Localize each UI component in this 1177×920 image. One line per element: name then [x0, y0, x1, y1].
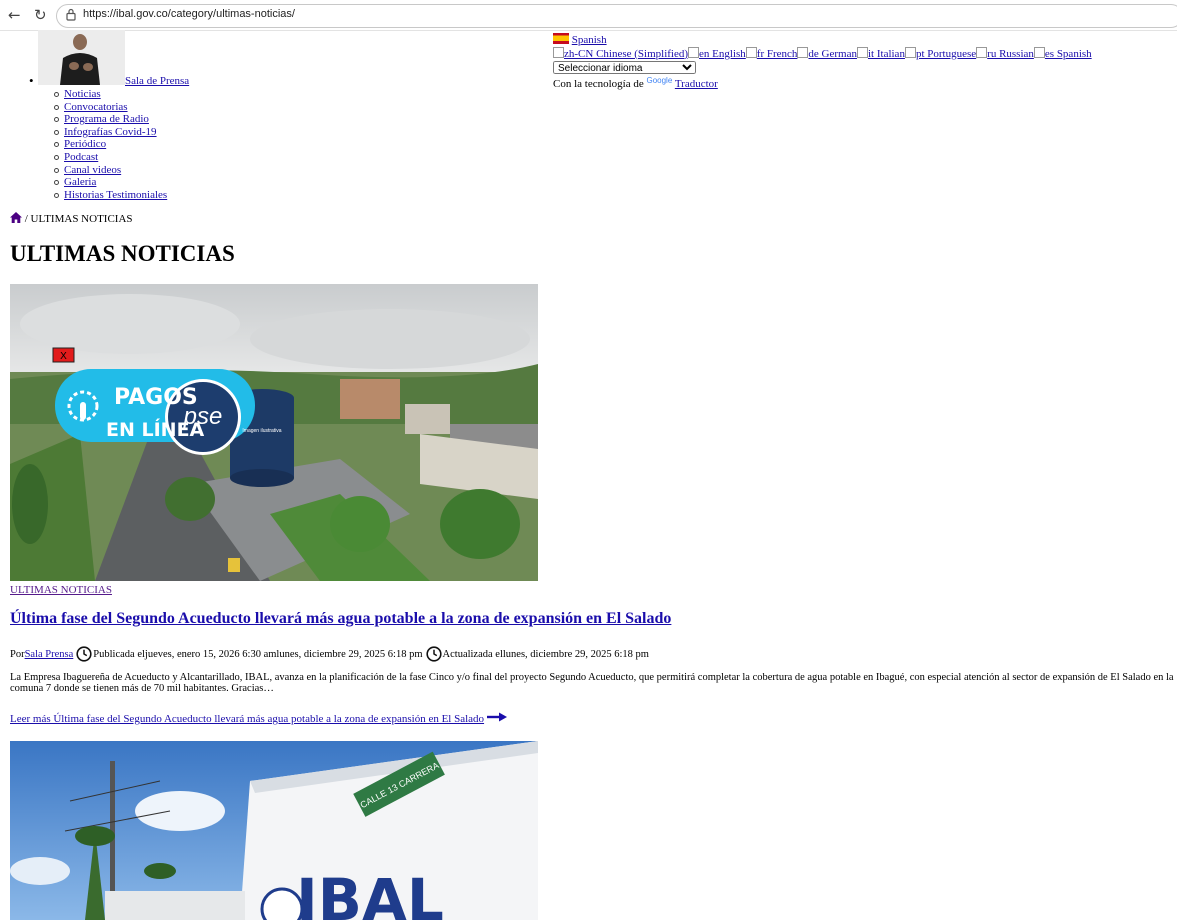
menu-sala-de-prensa[interactable]: Sala de Prensa [125, 75, 189, 87]
article-excerpt: La Empresa Ibaguereña de Acueducto y Alc… [10, 672, 1174, 694]
broken-image-icon [976, 46, 988, 58]
lang-link-en[interactable]: en English [699, 48, 746, 60]
arrow-right-icon[interactable] [486, 712, 507, 722]
browser-toolbar: ← ↻ https://ibal.gov.co/category/ultimas… [0, 0, 1177, 31]
author-link[interactable]: Sala Prensa [25, 649, 74, 660]
submenu-link-historias[interactable]: Historias Testimoniales [64, 189, 167, 201]
home-icon[interactable] [10, 212, 22, 223]
clock-icon [425, 646, 442, 662]
google-logo: Google [646, 75, 673, 85]
lang-link-es[interactable]: es Spanish [1045, 48, 1092, 60]
url-text[interactable]: https://ibal.gov.co/category/ultimas-not… [83, 8, 295, 20]
submenu-item: Convocatorias [51, 101, 167, 114]
article-headline-link[interactable]: Última fase del Segundo Acueducto llevar… [10, 610, 671, 628]
submenu-item: Periódico [51, 138, 167, 151]
reload-icon[interactable]: ↻ [34, 6, 47, 24]
lang-link-fr[interactable]: fr French [757, 48, 798, 60]
broken-image-icon [553, 46, 564, 58]
lock-icon [66, 8, 76, 21]
broken-image-icon [797, 46, 809, 58]
submenu: Noticias Convocatorias Programa de Radio… [51, 88, 167, 201]
author-prefix: Por [10, 648, 25, 660]
submenu-link-podcast[interactable]: Podcast [64, 151, 98, 163]
lang-link-it[interactable]: it Italian [868, 48, 905, 60]
banner-line-1: PAGOS [114, 385, 198, 410]
broken-image-icon [745, 46, 757, 58]
article-meta: Por Sala Prensa Publicada eljueves, enero… [10, 646, 649, 662]
article-image[interactable]: CALLE 13 CARRERA IBAL [10, 741, 538, 920]
broken-image-icon [1033, 46, 1045, 58]
submenu-item: Programa de Radio [51, 113, 167, 126]
broken-image-icon [904, 46, 916, 58]
spain-flag-icon [553, 33, 569, 44]
translate-link[interactable]: Traductor [675, 78, 718, 90]
article-image[interactable]: X pse PAGOS EN LÍNEA Imagen ilustrativa [10, 284, 538, 581]
close-label: X [60, 351, 67, 362]
language-select[interactable]: Seleccionar idioma [553, 61, 696, 75]
current-language-link[interactable]: Spanish [572, 34, 607, 46]
published-date: Publicada eljueves, enero 15, 2026 6:30 … [93, 648, 423, 660]
submenu-item: Canal videos [51, 164, 167, 177]
read-more: Leer más Última fase del Segundo Acueduc… [10, 712, 507, 725]
translator-widget: Spanish zh-CN Chinese (Simplified) en Eng… [553, 33, 1092, 90]
submenu-link-noticias[interactable]: Noticias [64, 88, 101, 100]
submenu-link-infografias[interactable]: Infografías Covid-19 [64, 126, 157, 138]
submenu-link-galeria[interactable]: Galeria [64, 176, 96, 188]
breadcrumb: / ULTIMAS NOTICIAS [10, 212, 133, 225]
ibal-logo-text: IBAL [296, 866, 444, 920]
submenu-item: Galeria [51, 176, 167, 189]
category-link[interactable]: ULTIMAS NOTICIAS [10, 584, 112, 596]
page-title: ULTIMAS NOTICIAS [10, 241, 235, 266]
submenu-link-canal-videos[interactable]: Canal videos [64, 164, 121, 176]
image-note: Imagen ilustrativa [242, 428, 281, 434]
lang-link-ru[interactable]: ru Russian [987, 48, 1034, 60]
updated-date: Actualizada ellunes, diciembre 29, 2025 … [442, 648, 649, 660]
read-more-link[interactable]: Leer más Última fase del Segundo Acueduc… [10, 713, 484, 725]
submenu-item: Historias Testimoniales [51, 189, 167, 202]
submenu-item: Noticias [51, 88, 167, 101]
clock-icon [76, 646, 92, 662]
language-links: zh-CN Chinese (Simplified) en English fr F… [553, 46, 1092, 61]
menu-bullet: • [29, 73, 34, 88]
address-bar[interactable]: https://ibal.gov.co/category/ultimas-not… [56, 4, 1177, 28]
interpreter-avatar[interactable] [38, 30, 125, 85]
submenu-item: Podcast [51, 151, 167, 164]
submenu-link-radio[interactable]: Programa de Radio [64, 113, 149, 125]
back-icon[interactable]: ← [8, 6, 21, 24]
broken-image-icon [688, 46, 700, 58]
lang-link-pt[interactable]: pt Portuguese [916, 48, 976, 60]
breadcrumb-current: / ULTIMAS NOTICIAS [24, 213, 133, 225]
lang-link-de[interactable]: de German [808, 48, 857, 60]
broken-image-icon [856, 46, 868, 58]
banner-line-2: EN LÍNEA [106, 418, 205, 441]
submenu-link-convocatorias[interactable]: Convocatorias [64, 101, 128, 113]
lang-link-zh[interactable]: zh-CN Chinese (Simplified) [564, 48, 688, 60]
submenu-link-periodico[interactable]: Periódico [64, 138, 106, 150]
submenu-item: Infografías Covid-19 [51, 126, 167, 139]
powered-by-text: Con la tecnología de [553, 77, 644, 90]
